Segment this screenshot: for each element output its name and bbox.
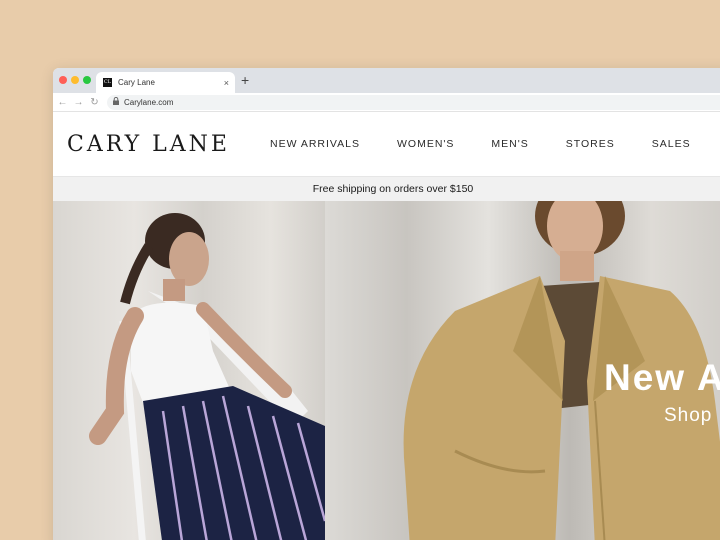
nav-womens[interactable]: WOMEN'S bbox=[397, 138, 454, 150]
forward-arrow-icon[interactable]: → bbox=[72, 97, 85, 108]
favicon-icon: CL bbox=[103, 78, 112, 87]
nav-new-arrivals[interactable]: NEW ARRIVALS bbox=[270, 138, 360, 150]
hero-title: New A bbox=[604, 357, 720, 398]
lock-icon bbox=[113, 96, 119, 107]
site-header: CARY LANE NEW ARRIVALS WOMEN'S MEN'S STO… bbox=[53, 112, 720, 177]
browser-tab[interactable]: CL Cary Lane × bbox=[96, 72, 235, 93]
main-nav: NEW ARRIVALS WOMEN'S MEN'S STORES SALES bbox=[270, 138, 720, 150]
reload-icon[interactable]: ↻ bbox=[88, 97, 101, 108]
promo-banner: Free shipping on orders over $150 bbox=[53, 177, 720, 201]
nav-sales[interactable]: SALES bbox=[652, 138, 691, 150]
tab-strip: CL Cary Lane × + bbox=[53, 68, 720, 93]
close-window-button[interactable] bbox=[59, 76, 67, 84]
nav-stores[interactable]: STORES bbox=[566, 138, 615, 150]
window-controls bbox=[59, 76, 91, 84]
url-field[interactable]: Carylane.com bbox=[107, 94, 720, 110]
browser-window: CL Cary Lane × + ← → ↻ Carylane.com CARY… bbox=[53, 68, 720, 540]
minimize-window-button[interactable] bbox=[71, 76, 79, 84]
tab-title: Cary Lane bbox=[118, 78, 155, 87]
maximize-window-button[interactable] bbox=[83, 76, 91, 84]
url-text: Carylane.com bbox=[124, 97, 174, 107]
nav-mens[interactable]: MEN'S bbox=[491, 138, 528, 150]
close-icon[interactable]: × bbox=[224, 78, 229, 88]
plus-icon[interactable]: + bbox=[241, 72, 249, 88]
address-bar: ← → ↻ Carylane.com bbox=[53, 93, 720, 112]
model-illustration-left bbox=[89, 213, 325, 540]
hero-image-left bbox=[53, 201, 325, 540]
hero-banner[interactable]: New A Shop bbox=[53, 201, 720, 540]
site-logo[interactable]: CARY LANE bbox=[67, 132, 267, 157]
back-arrow-icon[interactable]: ← bbox=[56, 97, 69, 108]
hero-shop-link[interactable]: Shop bbox=[664, 405, 712, 427]
